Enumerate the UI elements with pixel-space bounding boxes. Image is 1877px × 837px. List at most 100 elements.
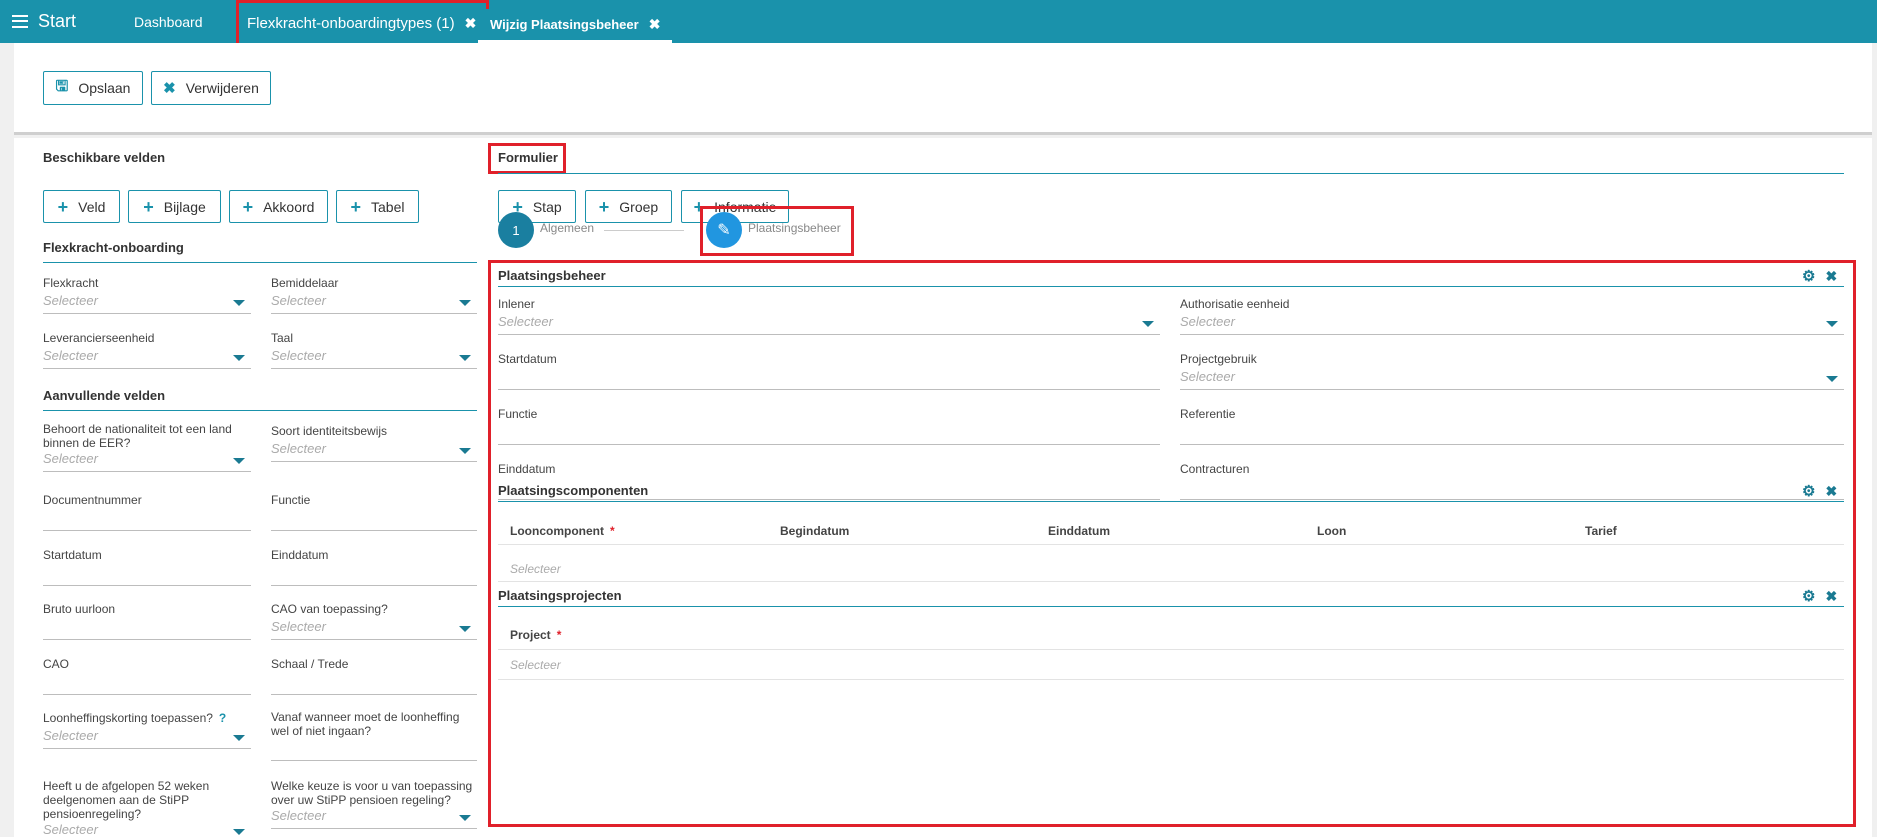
cao-van-toepassing-select[interactable]: CAO van toepassing? Selecteer <box>271 602 477 640</box>
close-icon[interactable]: ✖ <box>1825 268 1837 285</box>
column-header-tarief: Tarief <box>1585 524 1617 538</box>
field-label: Bemiddelaar <box>271 276 339 290</box>
column-header-loon: Loon <box>1317 524 1347 538</box>
field-underline <box>1180 389 1844 390</box>
plus-icon: + <box>57 196 69 217</box>
step-label-plaatsingsbeheer[interactable]: Plaatsingsbeheer <box>748 221 841 235</box>
step-2-indicator[interactable]: ✎ <box>706 212 742 248</box>
contracturen-input[interactable]: Contracturen <box>1180 462 1844 500</box>
form-panel: Formulier + Stap + Groep + Informatie 1 Alg… <box>484 138 1872 837</box>
chevron-down-icon <box>233 458 245 464</box>
field-underline <box>271 828 477 829</box>
gears-icon[interactable]: ⚙ <box>1802 482 1815 500</box>
step-label-algemeen[interactable]: Algemeen <box>540 221 594 235</box>
field-label: Functie <box>271 493 311 507</box>
toolbar: 🖫 Opslaan ✖ Verwijderen <box>14 43 1872 135</box>
field-label: Inlener <box>498 297 535 311</box>
step-1-indicator[interactable]: 1 <box>498 212 534 248</box>
schaal-trede-input[interactable]: Schaal / Trede <box>271 657 477 695</box>
group-title: Plaatsingsprojecten <box>498 588 622 603</box>
cao-input[interactable]: CAO <box>43 657 251 695</box>
close-icon[interactable]: ✖ <box>1825 588 1837 605</box>
field-label-text: Loonheffingskorting toepassen? <box>43 711 213 725</box>
chevron-down-icon <box>233 355 245 361</box>
field-value: Selecteer <box>1180 314 1235 329</box>
authorisatie-eenheid-select[interactable]: Authorisatie eenheid Selecteer <box>1180 297 1844 335</box>
field-label: Vanaf wanneer moet de loonheffing wel of… <box>271 710 460 738</box>
delete-button[interactable]: ✖ Verwijderen <box>151 71 271 105</box>
save-button[interactable]: 🖫 Opslaan <box>43 71 143 105</box>
loonheffingskorting-select[interactable]: Loonheffingskorting toepassen?? Selectee… <box>43 711 251 749</box>
soort-identiteitsbewijs-select[interactable]: Soort identiteitsbewijs Selecteer <box>271 424 477 462</box>
field-value: Selecteer <box>43 822 98 837</box>
field-underline <box>271 760 477 761</box>
startdatum-input[interactable]: Startdatum <box>498 352 1160 390</box>
save-label: Opslaan <box>78 80 131 96</box>
bruto-uurloon-input[interactable]: Bruto uurloon <box>43 602 251 640</box>
close-icon[interactable]: ✖ <box>1825 483 1837 500</box>
stipp-keuze-select[interactable]: Welke keuze is voor u van toepassing ove… <box>271 779 477 831</box>
field-underline <box>43 368 251 369</box>
close-icon: ✖ <box>163 80 176 97</box>
start-menu-button[interactable]: Start <box>12 9 76 33</box>
leverancierseenheid-select[interactable]: Leverancierseenheid Selecteer <box>43 331 251 369</box>
tab-dashboard[interactable]: Dashboard <box>134 0 203 43</box>
field-underline <box>43 639 251 640</box>
taal-select[interactable]: Taal Selecteer <box>271 331 477 369</box>
einddatum-input[interactable]: Einddatum <box>271 548 477 586</box>
nationaliteit-eer-select[interactable]: Behoort de nationaliteit tot een land bi… <box>43 422 251 474</box>
functie-input[interactable]: Functie <box>271 493 477 531</box>
startdatum-input[interactable]: Startdatum <box>43 548 251 586</box>
tab-flexkracht-onboardingtypes[interactable]: Flexkracht-onboardingtypes (1) ✖ <box>236 0 490 47</box>
add-akkoord-button[interactable]: + Akkoord <box>229 190 328 223</box>
add-veld-button[interactable]: + Veld <box>43 190 120 223</box>
column-header-looncomponent: Looncomponent * <box>510 524 615 538</box>
chevron-down-icon <box>459 355 471 361</box>
pencil-icon: ✎ <box>717 222 731 239</box>
field-label: Referentie <box>1180 407 1236 421</box>
section-divider <box>43 410 477 411</box>
chevron-down-icon <box>459 448 471 454</box>
field-label: Welke keuze is voor u van toepassing ove… <box>271 779 473 807</box>
add-groep-button[interactable]: + Groep <box>585 190 672 223</box>
projectgebruik-select[interactable]: Projectgebruik Selecteer <box>1180 352 1844 390</box>
field-value: Selecteer <box>498 314 553 329</box>
functie-input[interactable]: Functie <box>498 407 1160 445</box>
field-type-buttons: + Veld + Bijlage + Akkoord + Tabel <box>43 190 483 223</box>
required-marker: * <box>609 524 615 538</box>
add-tabel-button[interactable]: + Tabel <box>336 190 419 223</box>
close-icon[interactable]: ✖ <box>465 15 477 32</box>
flexkracht-select[interactable]: Flexkracht Selecteer <box>43 276 251 314</box>
tab-wijzig-plaatsingsbeheer[interactable]: Wijzig Plaatsingsbeheer ✖ <box>478 9 673 43</box>
project-select[interactable]: Selecteer <box>510 658 561 672</box>
close-icon[interactable]: ✖ <box>649 16 661 33</box>
bemiddelaar-select[interactable]: Bemiddelaar Selecteer <box>271 276 477 314</box>
required-marker: * <box>556 628 562 642</box>
column-header-einddatum: Einddatum <box>1048 524 1110 538</box>
gears-icon[interactable]: ⚙ <box>1802 267 1815 285</box>
field-underline <box>1180 499 1844 500</box>
column-header-begindatum: Begindatum <box>780 524 850 538</box>
chevron-down-icon <box>1826 321 1838 327</box>
gears-icon[interactable]: ⚙ <box>1802 587 1815 605</box>
field-label: Leverancierseenheid <box>43 331 155 345</box>
button-label: Tabel <box>371 198 405 215</box>
documentnummer-input[interactable]: Documentnummer <box>43 493 251 531</box>
field-value: Selecteer <box>43 348 98 363</box>
stipp-deelname-select[interactable]: Heeft u de afgelopen 52 weken deelgenome… <box>43 779 251 837</box>
field-underline <box>271 461 477 462</box>
chevron-down-icon <box>233 829 245 835</box>
inlener-select[interactable]: Inlener Selecteer <box>498 297 1160 335</box>
looncomponent-select[interactable]: Selecteer <box>510 562 561 576</box>
field-underline <box>271 368 477 369</box>
group-title: Plaatsingsbeheer <box>498 268 606 283</box>
column-label: Looncomponent <box>510 524 604 538</box>
loonheffing-ingangsdatum-input[interactable]: Vanaf wanneer moet de loonheffing wel of… <box>271 710 477 762</box>
add-bijlage-button[interactable]: + Bijlage <box>128 190 221 223</box>
help-icon[interactable]: ? <box>219 711 226 725</box>
field-label: Startdatum <box>43 548 102 562</box>
field-value: Selecteer <box>271 441 326 456</box>
referentie-input[interactable]: Referentie <box>1180 407 1844 445</box>
field-label: Flexkracht <box>43 276 99 290</box>
tab-label: Dashboard <box>134 13 203 30</box>
